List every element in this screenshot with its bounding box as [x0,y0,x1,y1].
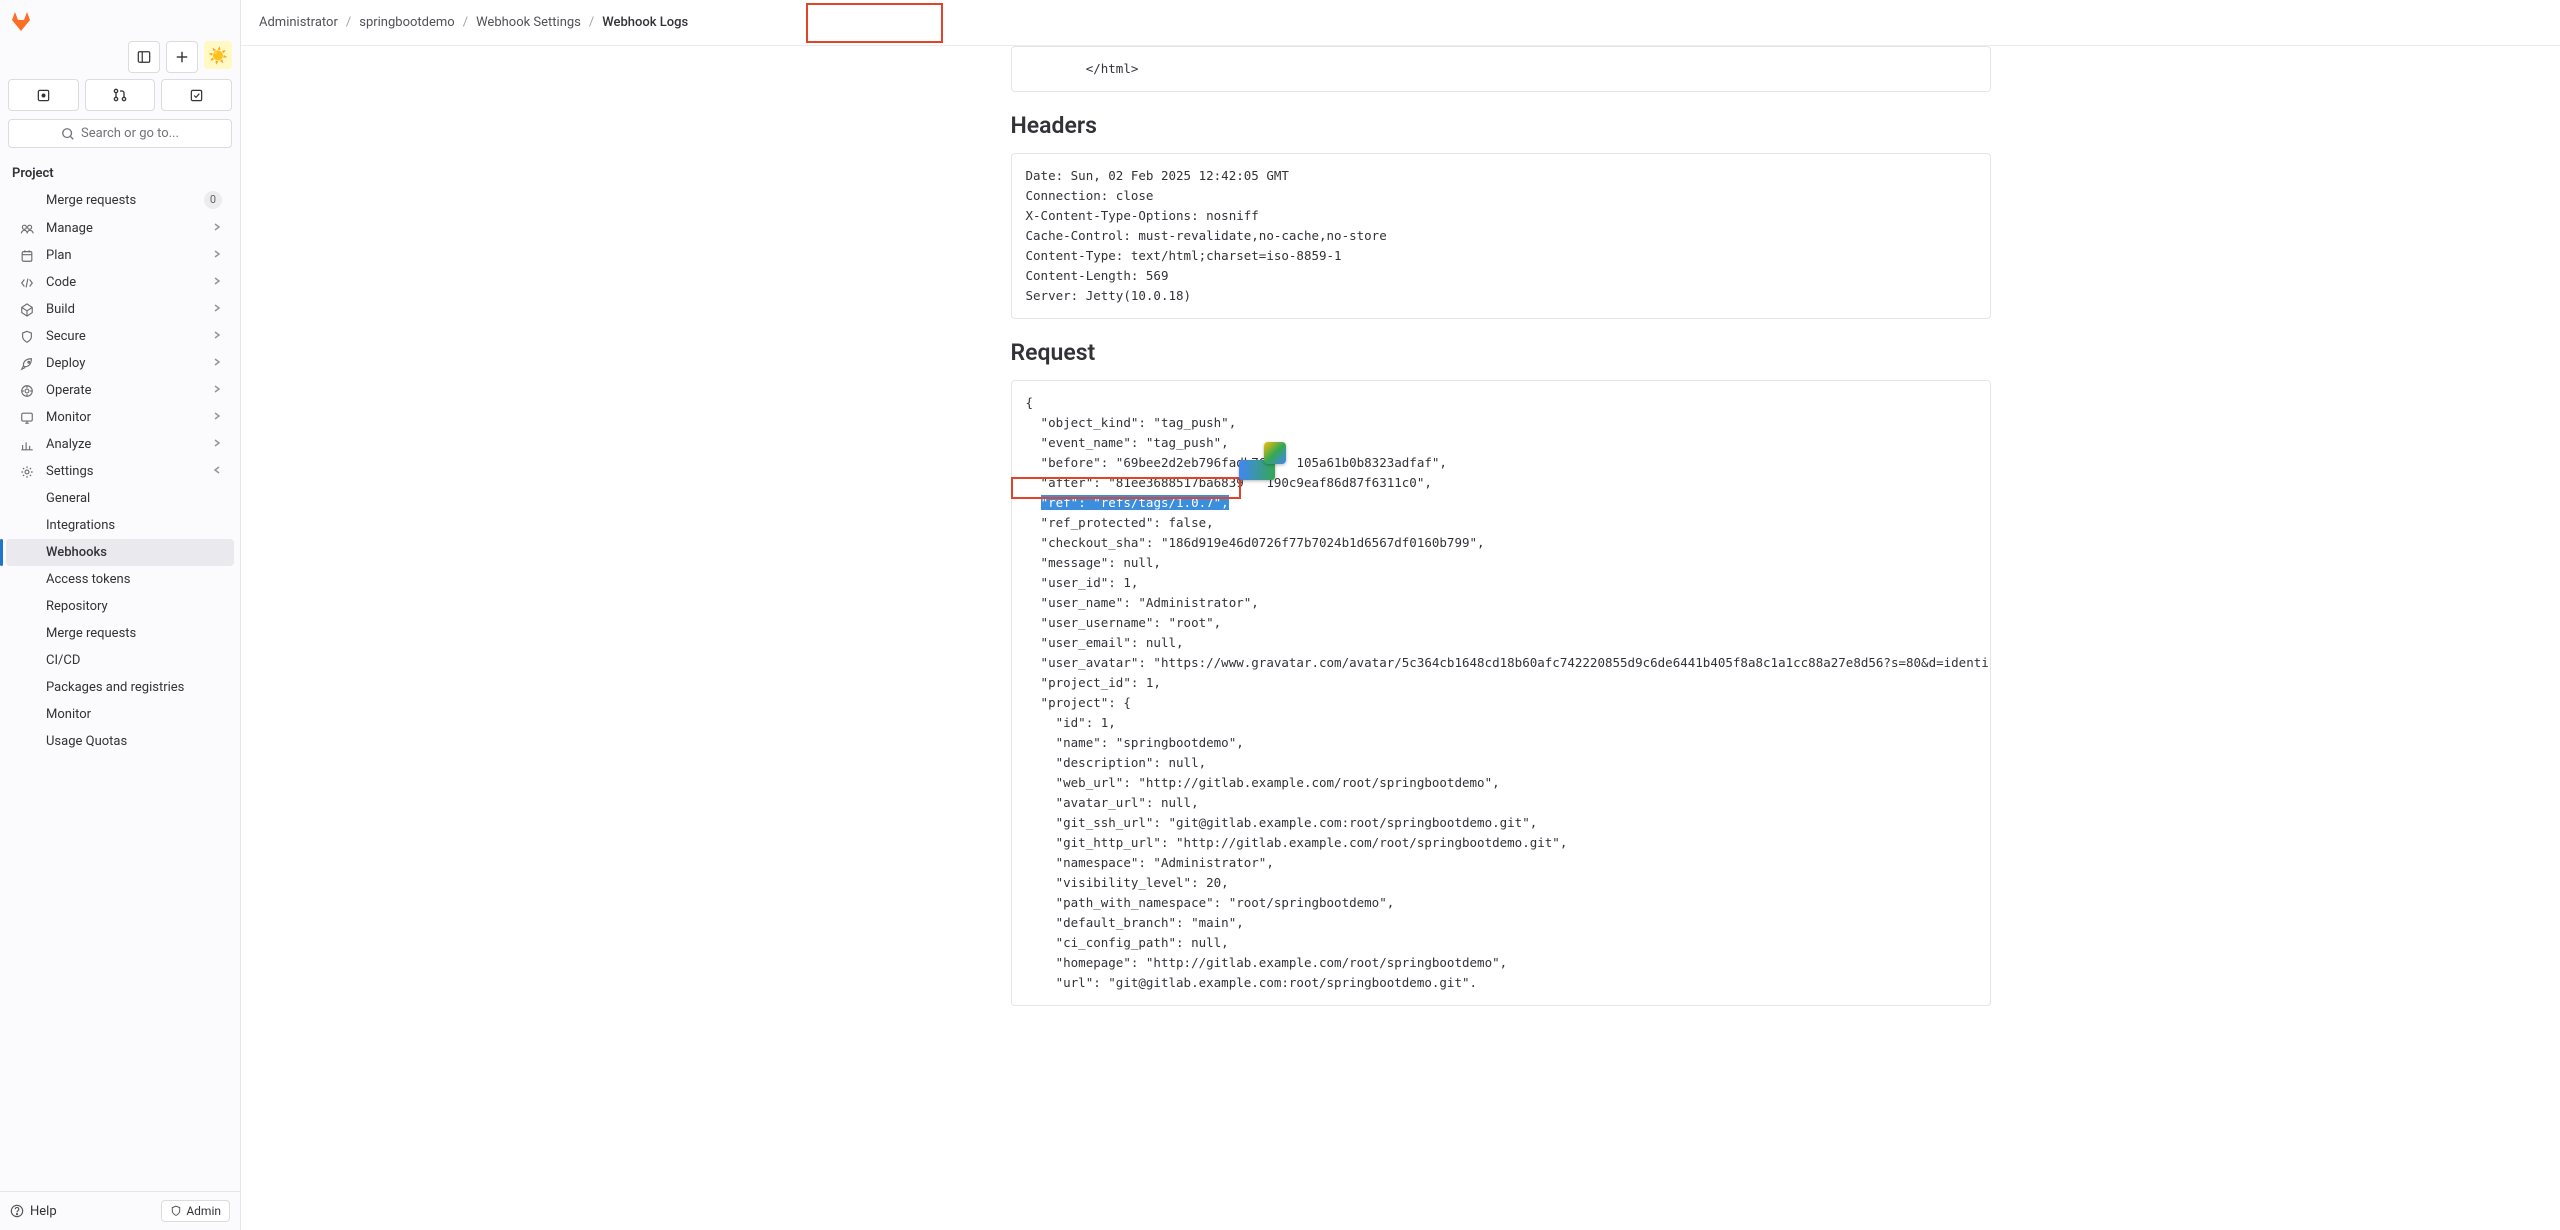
settings-cicd[interactable]: CI/CD [6,647,234,674]
sidebar-item-secure[interactable]: Secure [6,323,234,350]
sidebar-item-analyze[interactable]: Analyze [6,431,234,458]
search-icon [61,127,75,141]
headers-block[interactable]: Date: Sun, 02 Feb 2025 12:42:05 GMT Conn… [1011,153,1991,319]
chevron-right-icon [212,410,222,425]
chevron-right-icon [212,383,222,398]
issues-shortcut-icon[interactable] [8,79,79,111]
search-placeholder: Search or go to... [81,126,179,141]
sidebar-item-code[interactable]: Code [6,269,234,296]
sidebar-item-operate[interactable]: Operate [6,377,234,404]
headers-title: Headers [1011,112,1991,139]
settings-subnav: General Integrations Webhooks Access tok… [0,485,240,755]
settings-packages[interactable]: Packages and registries [6,674,234,701]
chevron-right-icon [212,221,222,236]
crumb-current: Webhook Logs [602,15,688,30]
search-input[interactable]: Search or go to... [8,119,232,148]
settings-integrations[interactable]: Integrations [6,512,234,539]
shield-icon [18,330,36,344]
sidebar-item-deploy[interactable]: Deploy [6,350,234,377]
admin-icon [170,1205,182,1217]
sidebar-item-monitor[interactable]: Monitor [6,404,234,431]
crumb-administrator[interactable]: Administrator [259,15,338,30]
settings-access-tokens[interactable]: Access tokens [6,566,234,593]
settings-webhooks[interactable]: Webhooks [6,539,234,566]
main-panel: Administrator / springbootdemo / Webhook… [241,0,2560,1230]
help-icon [10,1204,24,1218]
chevron-right-icon [212,437,222,452]
request-title: Request [1011,339,1991,366]
deploy-icon [18,357,36,371]
crumb-settings[interactable]: Webhook Settings [476,15,581,30]
sidebar: ☀️ Search or go to... Project Merge requ… [0,0,241,1230]
plan-icon [18,249,36,263]
settings-general[interactable]: General [6,485,234,512]
gitlab-logo-icon[interactable] [8,9,34,35]
breadcrumb: Administrator / springbootdemo / Webhook… [241,0,2560,46]
operate-icon [18,384,36,398]
crumb-project[interactable]: springbootdemo [359,15,454,30]
content-scroll[interactable]: </html> Headers Date: Sun, 02 Feb 2025 1… [241,46,2560,1066]
chevron-right-icon [212,329,222,344]
gear-icon [18,465,36,479]
settings-merge-requests[interactable]: Merge requests [6,620,234,647]
create-new-icon[interactable] [166,41,198,73]
chevron-right-icon [212,275,222,290]
manage-icon [18,222,36,236]
project-heading: Project [0,156,240,185]
todos-shortcut-icon[interactable] [161,79,232,111]
response-body-block[interactable]: </html> [1011,46,1991,92]
merge-requests-count: 0 [204,191,222,209]
sidebar-item-settings[interactable]: Settings [6,458,234,485]
selected-text: "ref": "refs/tags/1.0.7", [1041,495,1229,510]
overlay-globe-icon [1264,442,1286,464]
sidebar-item-merge-requests[interactable]: Merge requests 0 [6,185,234,215]
settings-usage-quotas[interactable]: Usage Quotas [6,728,234,755]
help-link[interactable]: Help [10,1204,57,1219]
request-block[interactable]: { "object_kind": "tag_push", "event_name… [1011,380,1991,1006]
sidebar-item-manage[interactable]: Manage [6,215,234,242]
analyze-icon [18,438,36,452]
settings-repository[interactable]: Repository [6,593,234,620]
merge-requests-shortcut-icon[interactable] [85,79,156,111]
sidebar-item-plan[interactable]: Plan [6,242,234,269]
sidebar-collapse-icon[interactable] [128,41,160,73]
chevron-right-icon [212,302,222,317]
code-icon [18,276,36,290]
settings-monitor[interactable]: Monitor [6,701,234,728]
admin-button[interactable]: Admin [161,1200,230,1222]
monitor-icon [18,411,36,425]
sidebar-item-build[interactable]: Build [6,296,234,323]
build-icon [18,303,36,317]
project-avatar-icon[interactable]: ☀️ [204,41,232,69]
chevron-right-icon [212,248,222,263]
annotation-box [806,3,943,43]
chevron-right-icon [212,356,222,371]
chevron-down-icon [212,464,222,479]
sidebar-nav: Merge requests 0 Manage Plan Code Build [0,185,240,1191]
